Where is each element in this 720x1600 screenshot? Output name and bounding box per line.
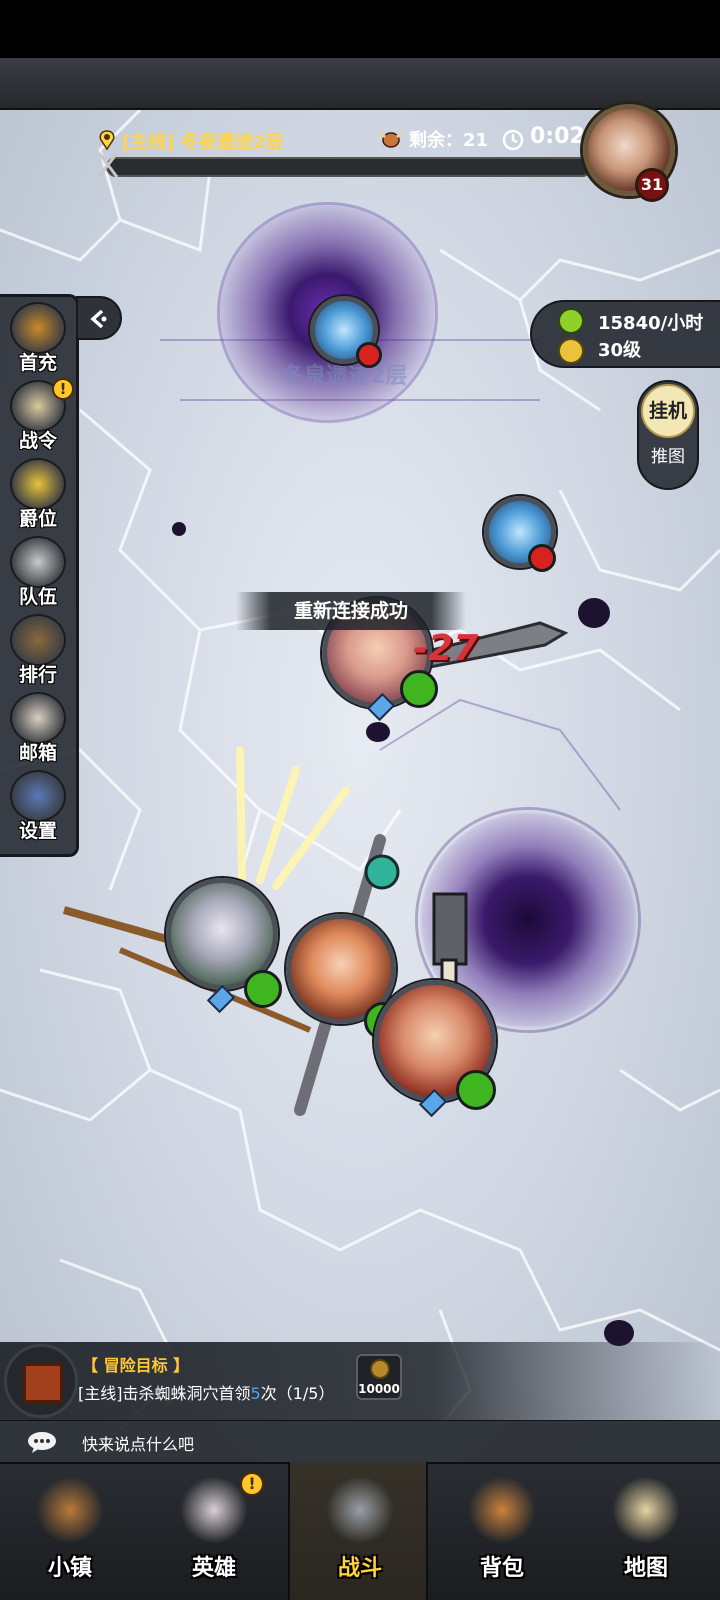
crossed-swords-icon [326, 1476, 394, 1544]
quest-book-icon[interactable] [4, 1344, 78, 1418]
objective-reward[interactable]: 10000 [356, 1354, 402, 1400]
hero-hp-indicator [456, 1070, 496, 1110]
objective-desc-prefix: [主线]击杀蜘蛛洞穴首领 [78, 1384, 251, 1403]
collapse-menu-button[interactable] [76, 296, 122, 340]
remaining-count: 剩余：21 [409, 126, 488, 152]
nav-tab[interactable]: 小镇 [0, 1462, 140, 1600]
quest-title[interactable]: [主线] 冬泉遗迹2层 [122, 128, 283, 154]
damage-number: -27 [413, 628, 479, 669]
dark-spot [578, 598, 610, 628]
adventure-objective[interactable]: 【 冒险目标 】 [主线]击杀蜘蛛洞穴首领5次（1/5） 10000 [0, 1342, 720, 1420]
town-icon [36, 1476, 104, 1544]
status-bar [0, 0, 720, 58]
resource-panel[interactable]: 15840/小时 30级 [530, 300, 720, 368]
idle-mode-button[interactable]: 挂机 [641, 384, 695, 438]
side-menu-label: 设置 [18, 820, 57, 842]
side-menu-item[interactable]: 队伍 [4, 534, 72, 612]
coin-icon [370, 1359, 390, 1379]
top-band [0, 58, 720, 110]
objective-desc-suffix: 次（1/5） [260, 1384, 335, 1403]
side-menu-item[interactable]: 爵位 [4, 456, 72, 534]
enemy-marker [528, 544, 556, 572]
notification-badge: ! [52, 378, 74, 400]
hero-hp-indicator [244, 970, 282, 1008]
nav-tab-label: 地图 [623, 1556, 668, 1581]
dark-spot [366, 722, 390, 742]
chevron-left-icon [90, 309, 107, 329]
side-menu-item[interactable]: 邮箱 [4, 690, 72, 768]
level-icon [558, 338, 584, 364]
chat-bar[interactable]: 快来说点什么吧 [0, 1420, 720, 1462]
side-menu-label: 首充 [18, 352, 57, 374]
nav-tab-label: 背包 [479, 1556, 524, 1581]
chat-input-placeholder[interactable]: 快来说点什么吧 [82, 1431, 194, 1455]
clock-icon [502, 129, 524, 151]
nav-tab-label: 小镇 [47, 1556, 92, 1581]
crown-icon [10, 458, 66, 510]
crossed-swords-small-icon [97, 152, 119, 178]
dark-spot [172, 522, 186, 536]
income-rate: 15840/小时 [598, 313, 704, 334]
income-icon [558, 308, 584, 334]
backpack-icon [468, 1476, 536, 1544]
remaining-label: 剩余： [409, 130, 463, 151]
notification-badge: ! [240, 1472, 264, 1496]
nav-tab[interactable]: 英雄! [144, 1462, 284, 1600]
side-menu-label: 队伍 [18, 586, 57, 608]
side-menu-label: 战令 [18, 430, 57, 452]
enemy-marker [356, 342, 382, 368]
player-level: 30级 [598, 340, 642, 361]
side-menu-item[interactable]: 排行 [4, 612, 72, 690]
side-menu-item[interactable]: 战令! [4, 378, 74, 456]
treasure-chest-icon [10, 302, 66, 354]
objective-desc-count: 5 [250, 1384, 261, 1403]
nav-tab-label: 战斗 [337, 1556, 382, 1581]
team-faces-icon [10, 536, 66, 588]
chat-bubble-icon [28, 1432, 56, 1453]
reward-amount: 10000 [358, 1382, 400, 1396]
monster-head-icon [378, 130, 404, 148]
hero-elf-icon [180, 1476, 248, 1544]
quest-progress-track [106, 157, 592, 177]
gear-icon [10, 770, 66, 822]
nav-tab[interactable]: 地图 [576, 1462, 716, 1600]
nav-tab-label: 英雄 [191, 1556, 236, 1581]
side-menu-label: 邮箱 [18, 742, 57, 764]
side-menu-item[interactable]: 首充 [4, 300, 72, 378]
push-mode-button[interactable]: 推图 [641, 442, 695, 467]
nav-tab[interactable]: 战斗 [288, 1462, 428, 1600]
mode-toggle[interactable]: 挂机 推图 [637, 380, 699, 490]
boss-level-badge: 31 [635, 168, 669, 202]
battle-timer: 0:02 [530, 124, 585, 149]
ranking-shield-icon [10, 614, 66, 666]
mail-envelope-icon [10, 692, 66, 744]
location-pin-icon [99, 130, 115, 151]
side-menu-label: 排行 [18, 664, 57, 686]
side-menu-label: 爵位 [18, 508, 57, 530]
remaining-value: 21 [463, 130, 489, 151]
objective-title: 【 冒险目标 】 [82, 1356, 190, 1375]
nav-tab[interactable]: 背包 [432, 1462, 572, 1600]
objective-description: [主线]击杀蜘蛛洞穴首领5次（1/5） [78, 1380, 334, 1404]
map-scroll-icon [612, 1476, 680, 1544]
reconnect-toast: 重新连接成功 [236, 592, 466, 630]
side-menu-item[interactable]: 设置 [4, 768, 72, 846]
hero-hp-indicator [400, 670, 438, 708]
